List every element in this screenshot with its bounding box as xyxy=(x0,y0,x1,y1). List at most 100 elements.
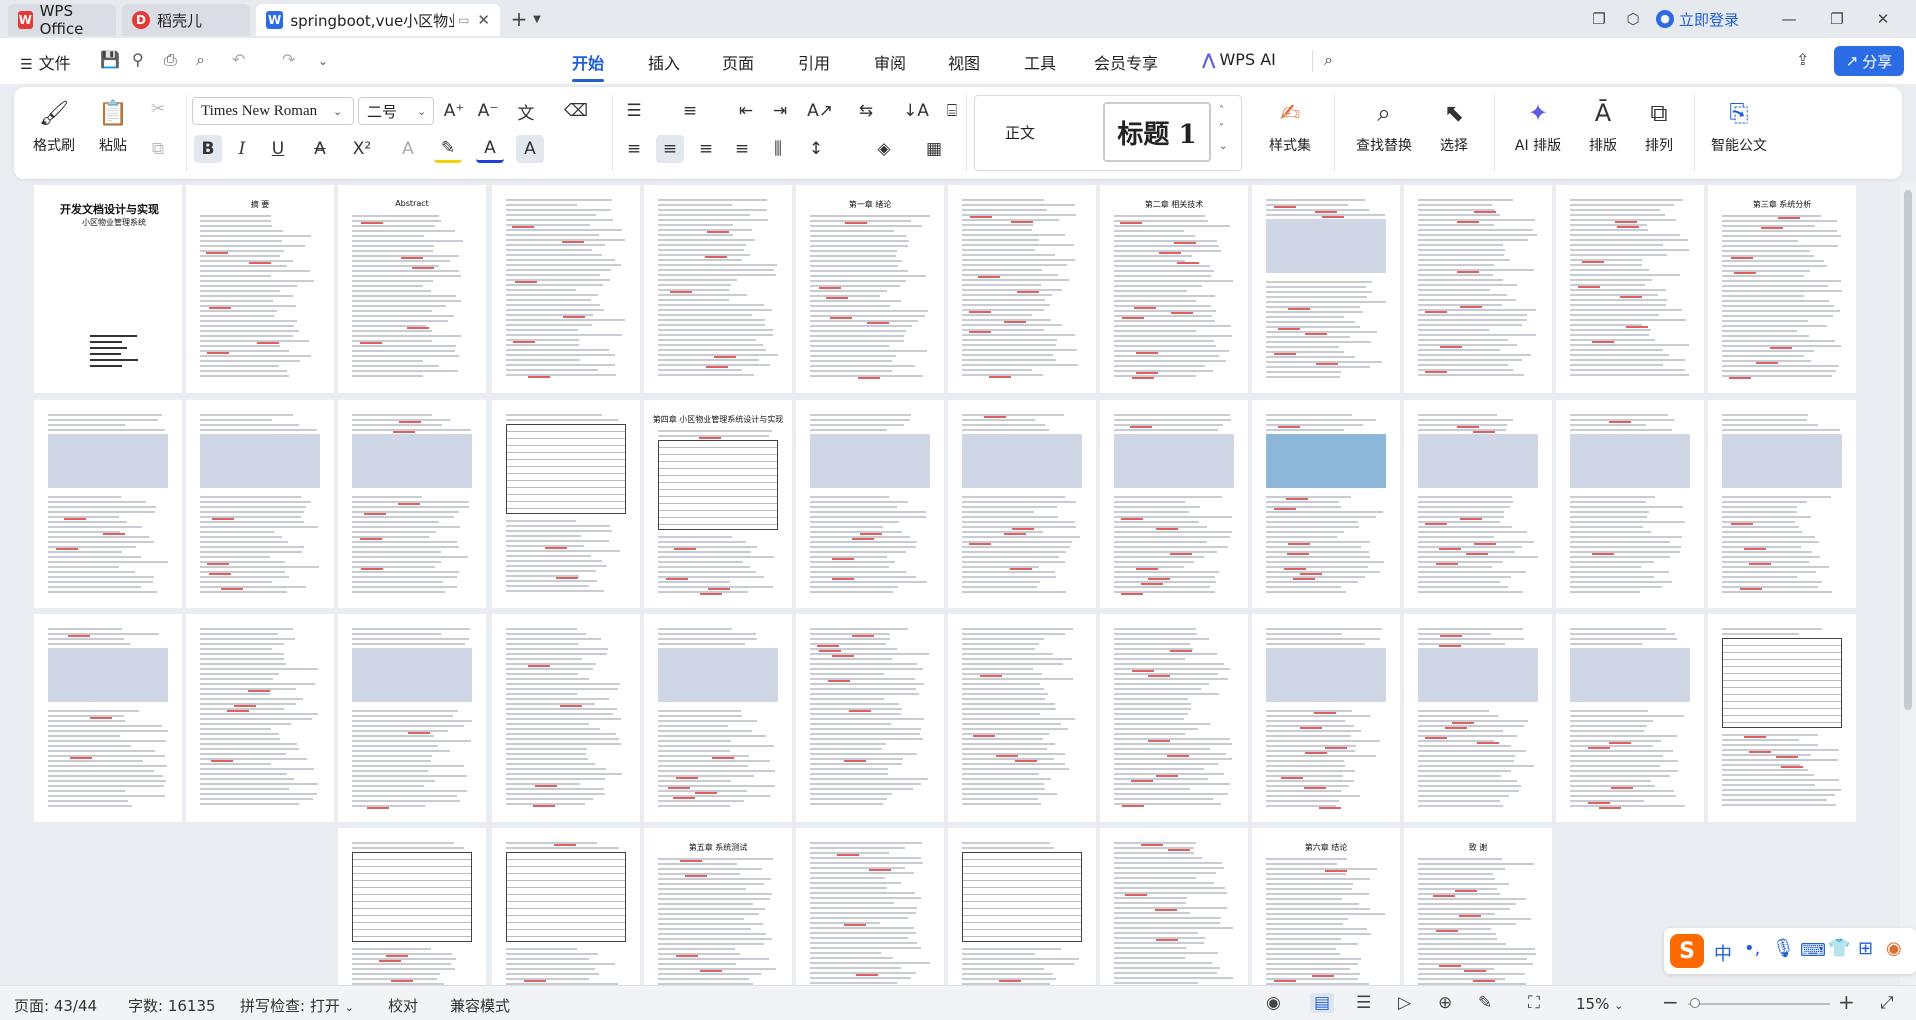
page-thumbnail[interactable]: 第三章 系统分析 xyxy=(1708,185,1856,393)
align-center-icon[interactable]: ≡ xyxy=(656,135,684,163)
bold-icon[interactable]: B xyxy=(194,135,222,163)
font-name-select[interactable]: Times New Roman ⌄ xyxy=(192,97,354,125)
arrange-button[interactable]: ⧉ 排列 xyxy=(1636,97,1682,155)
tab-document[interactable]: W springboot,vue小区物业管理 ▭ ✕ xyxy=(256,4,500,36)
page-thumbnail[interactable] xyxy=(492,828,640,985)
page-view-icon[interactable]: ▤ xyxy=(1310,993,1335,1013)
page-thumbnail[interactable]: 第四章 小区物业管理系统设计与实现 xyxy=(644,400,792,608)
fit-page-icon[interactable]: ⛶ xyxy=(1528,993,1540,1013)
align-right-icon[interactable]: ≡ xyxy=(692,135,720,163)
strikethrough-icon[interactable]: A xyxy=(306,135,334,163)
mascot-icon[interactable]: ◉ xyxy=(1886,938,1902,959)
share-link-icon[interactable]: ⚲ xyxy=(132,50,144,69)
page-thumbnail[interactable] xyxy=(338,828,486,985)
bullet-list-icon[interactable]: ☰ xyxy=(620,97,648,125)
text-effect-icon[interactable]: A xyxy=(394,135,422,163)
copy-icon[interactable]: ⧉ xyxy=(144,135,172,163)
page-thumbnail[interactable] xyxy=(948,828,1096,985)
tab-page[interactable]: 页面 xyxy=(722,50,754,74)
close-tab-icon[interactable]: ✕ xyxy=(477,11,490,29)
cube-icon[interactable]: ⬡ xyxy=(1622,8,1644,30)
page-thumbnail[interactable] xyxy=(1100,400,1248,608)
minimize-icon[interactable]: — xyxy=(1778,8,1800,30)
page-thumbnail[interactable] xyxy=(1252,185,1400,393)
page-thumbnail[interactable] xyxy=(186,400,334,608)
clear-format-icon[interactable]: ⌫ xyxy=(562,97,590,125)
ai-layout-button[interactable]: ✦ AI 排版 xyxy=(1504,97,1572,155)
page-thumbnail[interactable] xyxy=(948,400,1096,608)
shrink-font-icon[interactable]: A⁻ xyxy=(474,97,502,125)
page-thumbnail[interactable] xyxy=(1100,828,1248,985)
text-direction-icon[interactable]: A↗ xyxy=(806,97,834,125)
sogou-logo-icon[interactable]: S xyxy=(1670,934,1704,968)
page-thumbnail[interactable] xyxy=(948,185,1096,393)
chevron-down-icon[interactable]: ▼ xyxy=(530,8,544,30)
paste-button[interactable]: 📋 粘贴 xyxy=(88,97,138,155)
tab-home[interactable]: 开始 xyxy=(572,50,604,74)
page-thumbnail[interactable] xyxy=(1556,400,1704,608)
tab-reference[interactable]: 引用 xyxy=(798,50,830,74)
show-marks-icon[interactable]: ⌸ xyxy=(938,97,966,125)
underline-icon[interactable]: U xyxy=(264,135,292,163)
punctuation-icon[interactable]: •, xyxy=(1744,938,1760,959)
justify-icon[interactable]: ≡ xyxy=(728,135,756,163)
format-painter-button[interactable]: 🖌 格式刷 xyxy=(32,97,76,155)
page-thumbnail[interactable] xyxy=(1556,185,1704,393)
font-color-icon[interactable]: A xyxy=(476,135,504,163)
phonetic-guide-icon[interactable]: 文 xyxy=(512,97,540,125)
page-thumbnail[interactable] xyxy=(34,614,182,822)
page-thumbnail[interactable] xyxy=(796,400,944,608)
style-scroll[interactable]: ˄ ˅ ⌄ xyxy=(1219,102,1227,156)
quick-access-dropdown-icon[interactable]: ⌄ xyxy=(318,54,328,68)
print-icon[interactable]: ⎙ xyxy=(164,50,177,70)
highlight-icon[interactable]: ✎ xyxy=(434,135,462,163)
style-set-button[interactable]: ✍ 样式集 xyxy=(1260,97,1320,155)
eye-protection-icon[interactable]: ◉ xyxy=(1266,993,1281,1013)
shading-icon[interactable]: ◈ xyxy=(870,135,898,163)
page-thumbnail[interactable] xyxy=(1404,614,1552,822)
page-thumbnail[interactable] xyxy=(34,400,182,608)
tab-view[interactable]: 视图 xyxy=(948,50,980,74)
page-thumbnail[interactable] xyxy=(1252,614,1400,822)
web-view-icon[interactable]: ⊕ xyxy=(1438,993,1452,1013)
wps-ai-button[interactable]: ⋀ WPS AI xyxy=(1202,50,1276,69)
superscript-icon[interactable]: X² xyxy=(348,135,376,163)
page-thumbnail[interactable] xyxy=(796,828,944,985)
page-thumbnail[interactable]: 摘 要 xyxy=(186,185,334,393)
page-thumbnail[interactable] xyxy=(1252,400,1400,608)
page-thumbnail[interactable] xyxy=(1708,614,1856,822)
page-thumbnail[interactable]: 第一章 绪论 xyxy=(796,185,944,393)
zoom-out-icon[interactable]: − xyxy=(1662,990,1679,1014)
line-spacing-icon[interactable]: ↕ xyxy=(802,135,830,163)
page-thumbnail[interactable] xyxy=(644,185,792,393)
page-thumbnail[interactable] xyxy=(338,400,486,608)
toolbox-icon[interactable]: ⊞ xyxy=(1858,938,1873,959)
sort-icon[interactable]: ↓A xyxy=(902,97,930,125)
tab-insert[interactable]: 插入 xyxy=(648,50,680,74)
page-thumbnail[interactable]: 致 谢 xyxy=(1404,828,1552,985)
write-mode-icon[interactable]: ✎ xyxy=(1478,993,1492,1013)
page-thumbnail[interactable] xyxy=(796,614,944,822)
page-thumbnail[interactable]: 开发文档设计与实现 小区物业管理系统 xyxy=(34,185,182,393)
zoom-level[interactable]: 15% ⌄ xyxy=(1576,995,1623,1013)
layout-button[interactable]: Ā 排版 xyxy=(1580,97,1626,155)
page-thumbnail[interactable] xyxy=(338,614,486,822)
find-replace-button[interactable]: ⌕ 查找替换 xyxy=(1344,97,1424,155)
undo-icon[interactable]: ↶ xyxy=(232,50,245,69)
tab-review[interactable]: 审阅 xyxy=(874,50,906,74)
page-thumbnail[interactable] xyxy=(1404,185,1552,393)
zoom-in-icon[interactable]: + xyxy=(1838,990,1855,1014)
font-size-select[interactable]: 二号 ⌄ xyxy=(358,97,434,125)
page-thumbnail[interactable] xyxy=(492,400,640,608)
page-thumbnail[interactable] xyxy=(948,614,1096,822)
decrease-indent-icon[interactable]: ⇤ xyxy=(732,97,760,125)
save-icon[interactable]: 💾 xyxy=(100,50,120,69)
login-button[interactable]: ● 立即登录 xyxy=(1656,8,1748,30)
style-heading1[interactable]: 标题 1 xyxy=(1103,102,1211,162)
vertical-scrollbar[interactable] xyxy=(1900,182,1916,985)
page-thumbnail[interactable] xyxy=(492,614,640,822)
distribute-icon[interactable]: ⫼ xyxy=(764,135,792,163)
page-thumbnail[interactable]: 第五章 系统测试 xyxy=(644,828,792,985)
italic-icon[interactable]: I xyxy=(228,135,256,163)
window-mode-icon[interactable]: ▭ xyxy=(458,13,469,27)
